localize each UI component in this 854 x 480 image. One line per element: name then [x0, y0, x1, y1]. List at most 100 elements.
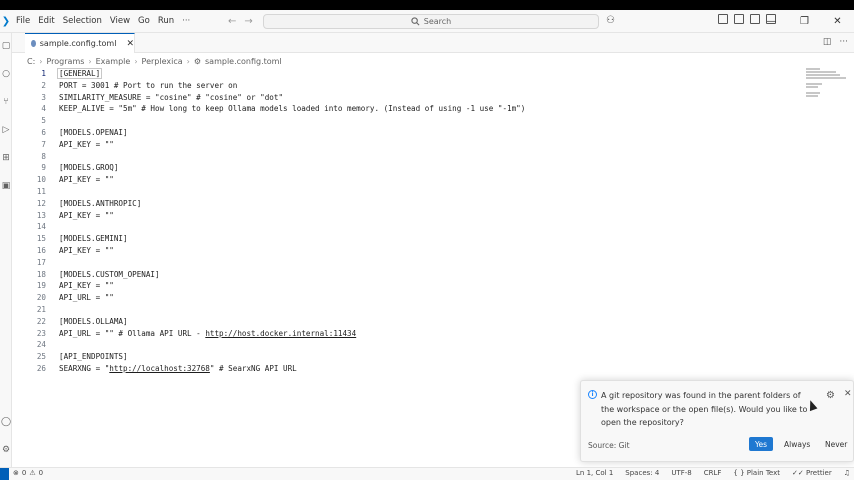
line-number: 20	[36, 293, 46, 303]
code-line[interactable]: [MODELS.GROQ]	[59, 162, 118, 174]
code-line[interactable]: SEARXNG = "http://localhost:32768" # Sea…	[59, 363, 297, 375]
remote-explorer-icon[interactable]: ▣	[1, 181, 11, 191]
code-line[interactable]: [GENERAL]	[57, 68, 103, 80]
indentation[interactable]: Spaces: 4	[625, 469, 659, 477]
line-number: 21	[36, 305, 46, 314]
code-line[interactable]: API_URL = ""	[59, 292, 114, 304]
breadcrumb-example[interactable]: Example	[96, 57, 131, 66]
notification-settings-gear-icon[interactable]: ⚙	[826, 390, 835, 401]
copilot-icon[interactable]: ⚇	[606, 15, 615, 26]
remote-indicator[interactable]	[0, 468, 9, 480]
code-text: [MODELS.CUSTOM_OPENAI]	[59, 269, 160, 279]
language-mode[interactable]: { } Plain Text	[733, 469, 780, 477]
encoding[interactable]: UTF-8	[671, 469, 691, 477]
code-line[interactable]: API_KEY = ""	[59, 210, 114, 222]
language-label: Plain Text	[746, 469, 780, 477]
line-number: 3	[41, 92, 46, 102]
minimize-icon[interactable]: —	[755, 10, 788, 33]
title-bar: ❯ File Edit Selection View Go Run ··· ← …	[0, 10, 854, 33]
command-center-search[interactable]: Search	[263, 14, 599, 29]
warning-count: 0	[38, 469, 44, 477]
notifications-bell-icon[interactable]: ♫	[844, 469, 850, 477]
run-debug-icon[interactable]: ▷	[1, 125, 11, 135]
explorer-icon[interactable]: ▢	[1, 41, 11, 51]
menu-go[interactable]: Go	[134, 10, 154, 33]
close-window-icon[interactable]: ✕	[821, 10, 854, 33]
menu-run[interactable]: Run	[154, 10, 178, 33]
menu-file[interactable]: File	[12, 10, 34, 33]
code-line[interactable]: [MODELS.OPENAI]	[59, 127, 128, 139]
forward-arrow-icon[interactable]: →	[244, 16, 252, 27]
code-line[interactable]: API_KEY = ""	[59, 245, 114, 257]
chevron-right-icon: ›	[134, 56, 138, 66]
code-line[interactable]: API_URL = "" # Ollama API URL - http://h…	[59, 328, 356, 340]
search-icon	[411, 17, 420, 26]
code-line[interactable]: API_KEY = ""	[59, 174, 114, 186]
line-number: 15	[36, 234, 46, 244]
account-icon[interactable]: ◯	[1, 417, 11, 427]
search-view-icon[interactable]: ○	[1, 69, 11, 79]
menu-more-icon[interactable]: ···	[178, 16, 194, 26]
breadcrumb-programs[interactable]: Programs	[46, 57, 84, 66]
minimap[interactable]	[806, 68, 846, 98]
line-number: 10	[36, 175, 46, 185]
back-arrow-icon[interactable]: ←	[228, 16, 236, 27]
code-line[interactable]: [MODELS.OLLAMA]	[59, 316, 128, 328]
menu-view[interactable]: View	[106, 10, 134, 33]
code-text: " # SearxNG API URL	[209, 364, 297, 373]
code-text: API_KEY = ""	[59, 175, 114, 185]
code-line[interactable]: [MODELS.GEMINI]	[59, 233, 128, 245]
line-number: 17	[36, 257, 46, 267]
more-actions-icon[interactable]: ···	[839, 37, 848, 47]
yes-button[interactable]: Yes	[749, 437, 773, 451]
tab-sample-config[interactable]: sample.config.toml ✕	[25, 33, 135, 53]
code-line[interactable]: KEEP_ALIVE = "5m" # How long to keep Oll…	[59, 103, 525, 115]
line-number: 8	[41, 151, 46, 161]
restore-icon[interactable]: ❐	[788, 10, 821, 33]
line-number: 23	[36, 328, 46, 338]
code-link[interactable]: http://host.docker.internal:11434	[205, 329, 356, 338]
menu-edit[interactable]: Edit	[34, 10, 58, 33]
vscode-logo-icon: ❯	[1, 15, 11, 27]
customize-layout-icon[interactable]	[718, 14, 728, 24]
cursor-position[interactable]: Ln 1, Col 1	[576, 469, 613, 477]
breadcrumb-drive[interactable]: C:	[27, 57, 35, 66]
line-number: 11	[36, 187, 46, 196]
notification-close-icon[interactable]: ✕	[844, 389, 852, 399]
status-right-items: Ln 1, Col 1 Spaces: 4 UTF-8 CRLF { } Pla…	[576, 469, 850, 477]
code-line[interactable]: API_KEY = ""	[59, 280, 114, 292]
menu-selection[interactable]: Selection	[59, 10, 106, 33]
close-icon[interactable]: ✕	[126, 39, 134, 49]
extensions-icon[interactable]: ⊞	[1, 153, 11, 163]
warning-icon: ⚠	[29, 469, 36, 477]
code-line[interactable]: [MODELS.ANTHROPIC]	[59, 198, 141, 210]
source-control-icon[interactable]: ⑂	[1, 97, 11, 107]
never-button[interactable]: Never	[825, 437, 847, 451]
breadcrumb: C: › Programs › Example › Perplexica › ⚙…	[27, 55, 282, 67]
always-button[interactable]: Always	[784, 437, 810, 451]
code-line[interactable]: [API_ENDPOINTS]	[59, 351, 128, 363]
minimap-line	[806, 86, 818, 88]
code-link[interactable]: http://localhost:32768	[109, 364, 210, 373]
manage-gear-icon[interactable]: ⚙	[1, 445, 11, 455]
info-icon: i	[588, 390, 597, 399]
split-editor-icon[interactable]: ◫	[823, 37, 832, 47]
line-number: 2	[41, 80, 46, 90]
chevron-right-icon: ›	[88, 56, 92, 66]
code-text: API_KEY = ""	[59, 210, 114, 220]
chevron-right-icon: ›	[39, 56, 43, 66]
code-line[interactable]: PORT = 3001 # Port to run the server on	[59, 80, 237, 92]
code-line[interactable]: API_KEY = ""	[59, 139, 114, 151]
line-number: 7	[41, 139, 46, 149]
prettier-status[interactable]: ✓✓ Prettier	[792, 469, 832, 477]
breadcrumb-perplexica[interactable]: Perplexica	[142, 57, 183, 66]
toggle-sidebar-icon[interactable]	[734, 14, 744, 24]
line-number: 16	[36, 246, 46, 255]
notification-message: A git repository was found in the parent…	[601, 391, 808, 427]
code-line[interactable]: SIMILARITY_MEASURE = "cosine" # "cosine"…	[59, 92, 283, 104]
problems-indicator[interactable]: ⊗ 0 ⚠ 0	[13, 469, 43, 477]
breadcrumb-file[interactable]: sample.config.toml	[205, 57, 282, 66]
end-of-line[interactable]: CRLF	[704, 469, 722, 477]
code-line[interactable]: [MODELS.CUSTOM_OPENAI]	[59, 269, 160, 281]
editor-actions: ◫ ···	[823, 37, 848, 47]
